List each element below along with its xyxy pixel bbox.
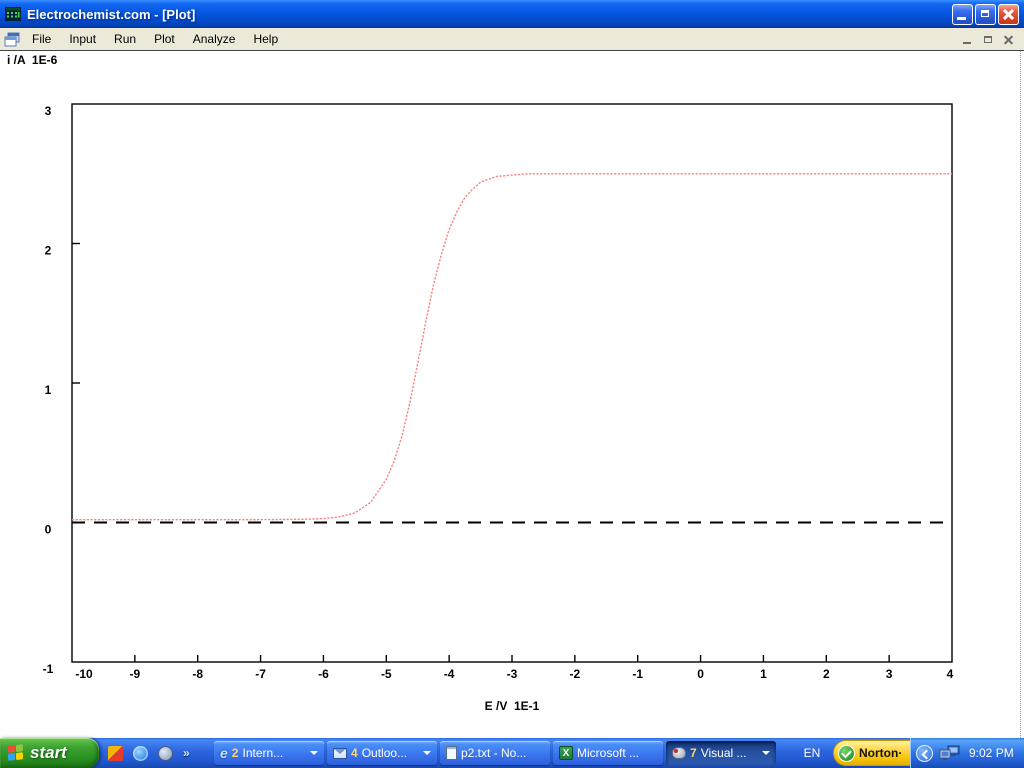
restore-button[interactable] [975,4,996,25]
taskbar-button-notepad[interactable]: p2.txt - No... [440,741,550,765]
start-button[interactable]: start [0,738,99,768]
close-button[interactable] [998,4,1019,25]
mdi-minimize-button[interactable] [961,33,976,46]
menu-item-plot[interactable]: Plot [145,28,184,50]
svg-text:-10: -10 [75,667,93,681]
taskbar-button-label: Microsoft ... [577,746,657,760]
start-button-label: start [30,743,67,763]
client-right-edge [1020,51,1021,738]
mdi-window-controls [961,33,1016,46]
norton-check-icon [838,745,855,762]
language-indicator[interactable]: EN [795,738,829,768]
taskbar-button-outlook[interactable]: 4 Outloo... [327,741,437,765]
taskbar-button-label: Intern... [242,746,304,760]
menu-item-analyze[interactable]: Analyze [184,28,245,50]
visual-app-icon [672,747,686,759]
svg-text:-9: -9 [130,667,141,681]
group-dropdown-arrow-icon[interactable] [762,751,770,755]
title-bar: Electrochemist.com - [Plot] [0,0,1024,28]
group-dropdown-arrow-icon[interactable] [310,751,318,755]
norton-label: Norton· [859,746,902,760]
plot-client-area: i /A 1E-6 -10-9-8-7-6-5-4-3-2-101234-101… [0,51,1024,738]
svg-text:0: 0 [45,523,52,537]
paint-app-icon[interactable] [108,746,123,761]
svg-text:-4: -4 [444,667,455,681]
mdi-system-icon[interactable] [4,32,21,47]
voltammogram-plot: -10-9-8-7-6-5-4-3-2-101234-10123 [0,51,1024,738]
menu-item-input[interactable]: Input [60,28,105,50]
svg-text:0: 0 [697,667,704,681]
window-controls [952,4,1019,25]
group-count: 2 [232,746,239,760]
svg-text:-8: -8 [192,667,203,681]
tray-collapse-chevron-icon[interactable] [916,745,933,762]
taskbar: start » e 2 Intern... 4 Outloo... [0,738,1024,768]
taskbar-button-excel[interactable]: X Microsoft ... [553,741,663,765]
notepad-icon [446,746,457,760]
taskbar-buttons: e 2 Intern... 4 Outloo... p2.txt - No...… [214,741,776,765]
svg-text:-1: -1 [632,667,643,681]
svg-text:-7: -7 [255,667,266,681]
messenger-icon[interactable] [158,746,173,761]
group-count: 7 [690,746,697,760]
menu-bar: File Input Run Plot Analyze Help [0,28,1024,51]
x-axis-title: E /V 1E-1 [0,699,1024,713]
taskbar-button-label: Visual ... [701,746,756,760]
windows-flag-icon [8,744,24,762]
menu-item-file[interactable]: File [23,28,60,50]
clock: 9:02 PM [969,746,1014,760]
network-icon[interactable] [939,745,961,761]
svg-text:2: 2 [45,244,52,258]
svg-text:3: 3 [886,667,893,681]
svg-text:1: 1 [45,383,52,397]
norton-badge[interactable]: Norton· [833,740,910,766]
svg-text:-3: -3 [507,667,518,681]
svg-text:1: 1 [760,667,767,681]
minimize-button[interactable] [952,4,973,25]
group-count: 4 [351,746,358,760]
svg-text:-1: -1 [43,662,54,676]
internet-explorer-icon: e [220,746,228,760]
menu-item-run[interactable]: Run [105,28,145,50]
excel-icon: X [559,746,573,760]
menu-item-help[interactable]: Help [244,28,287,50]
taskbar-button-visual-active[interactable]: 7 Visual ... [666,741,776,765]
app-icon [5,6,21,22]
launch-browser-icon[interactable] [133,746,148,761]
svg-text:4: 4 [947,667,954,681]
svg-text:-2: -2 [570,667,581,681]
svg-text:-5: -5 [381,667,392,681]
group-dropdown-arrow-icon[interactable] [423,751,431,755]
desktop-screen: Electrochemist.com - [Plot] File Input R… [0,0,1024,768]
mdi-restore-button[interactable] [981,33,996,46]
quick-launch-overflow-chevron[interactable]: » [183,746,190,760]
system-tray: 9:02 PM [910,738,1024,768]
taskbar-button-label: Outloo... [362,746,417,760]
svg-text:3: 3 [45,104,52,118]
quick-launch-bar: » [108,738,190,768]
taskbar-button-internet[interactable]: e 2 Intern... [214,741,324,765]
svg-text:2: 2 [823,667,830,681]
taskbar-button-label: p2.txt - No... [461,746,544,760]
window-title: Electrochemist.com - [Plot] [27,7,195,22]
svg-text:-6: -6 [318,667,329,681]
outlook-icon [333,748,347,759]
mdi-close-button[interactable] [1001,33,1016,46]
